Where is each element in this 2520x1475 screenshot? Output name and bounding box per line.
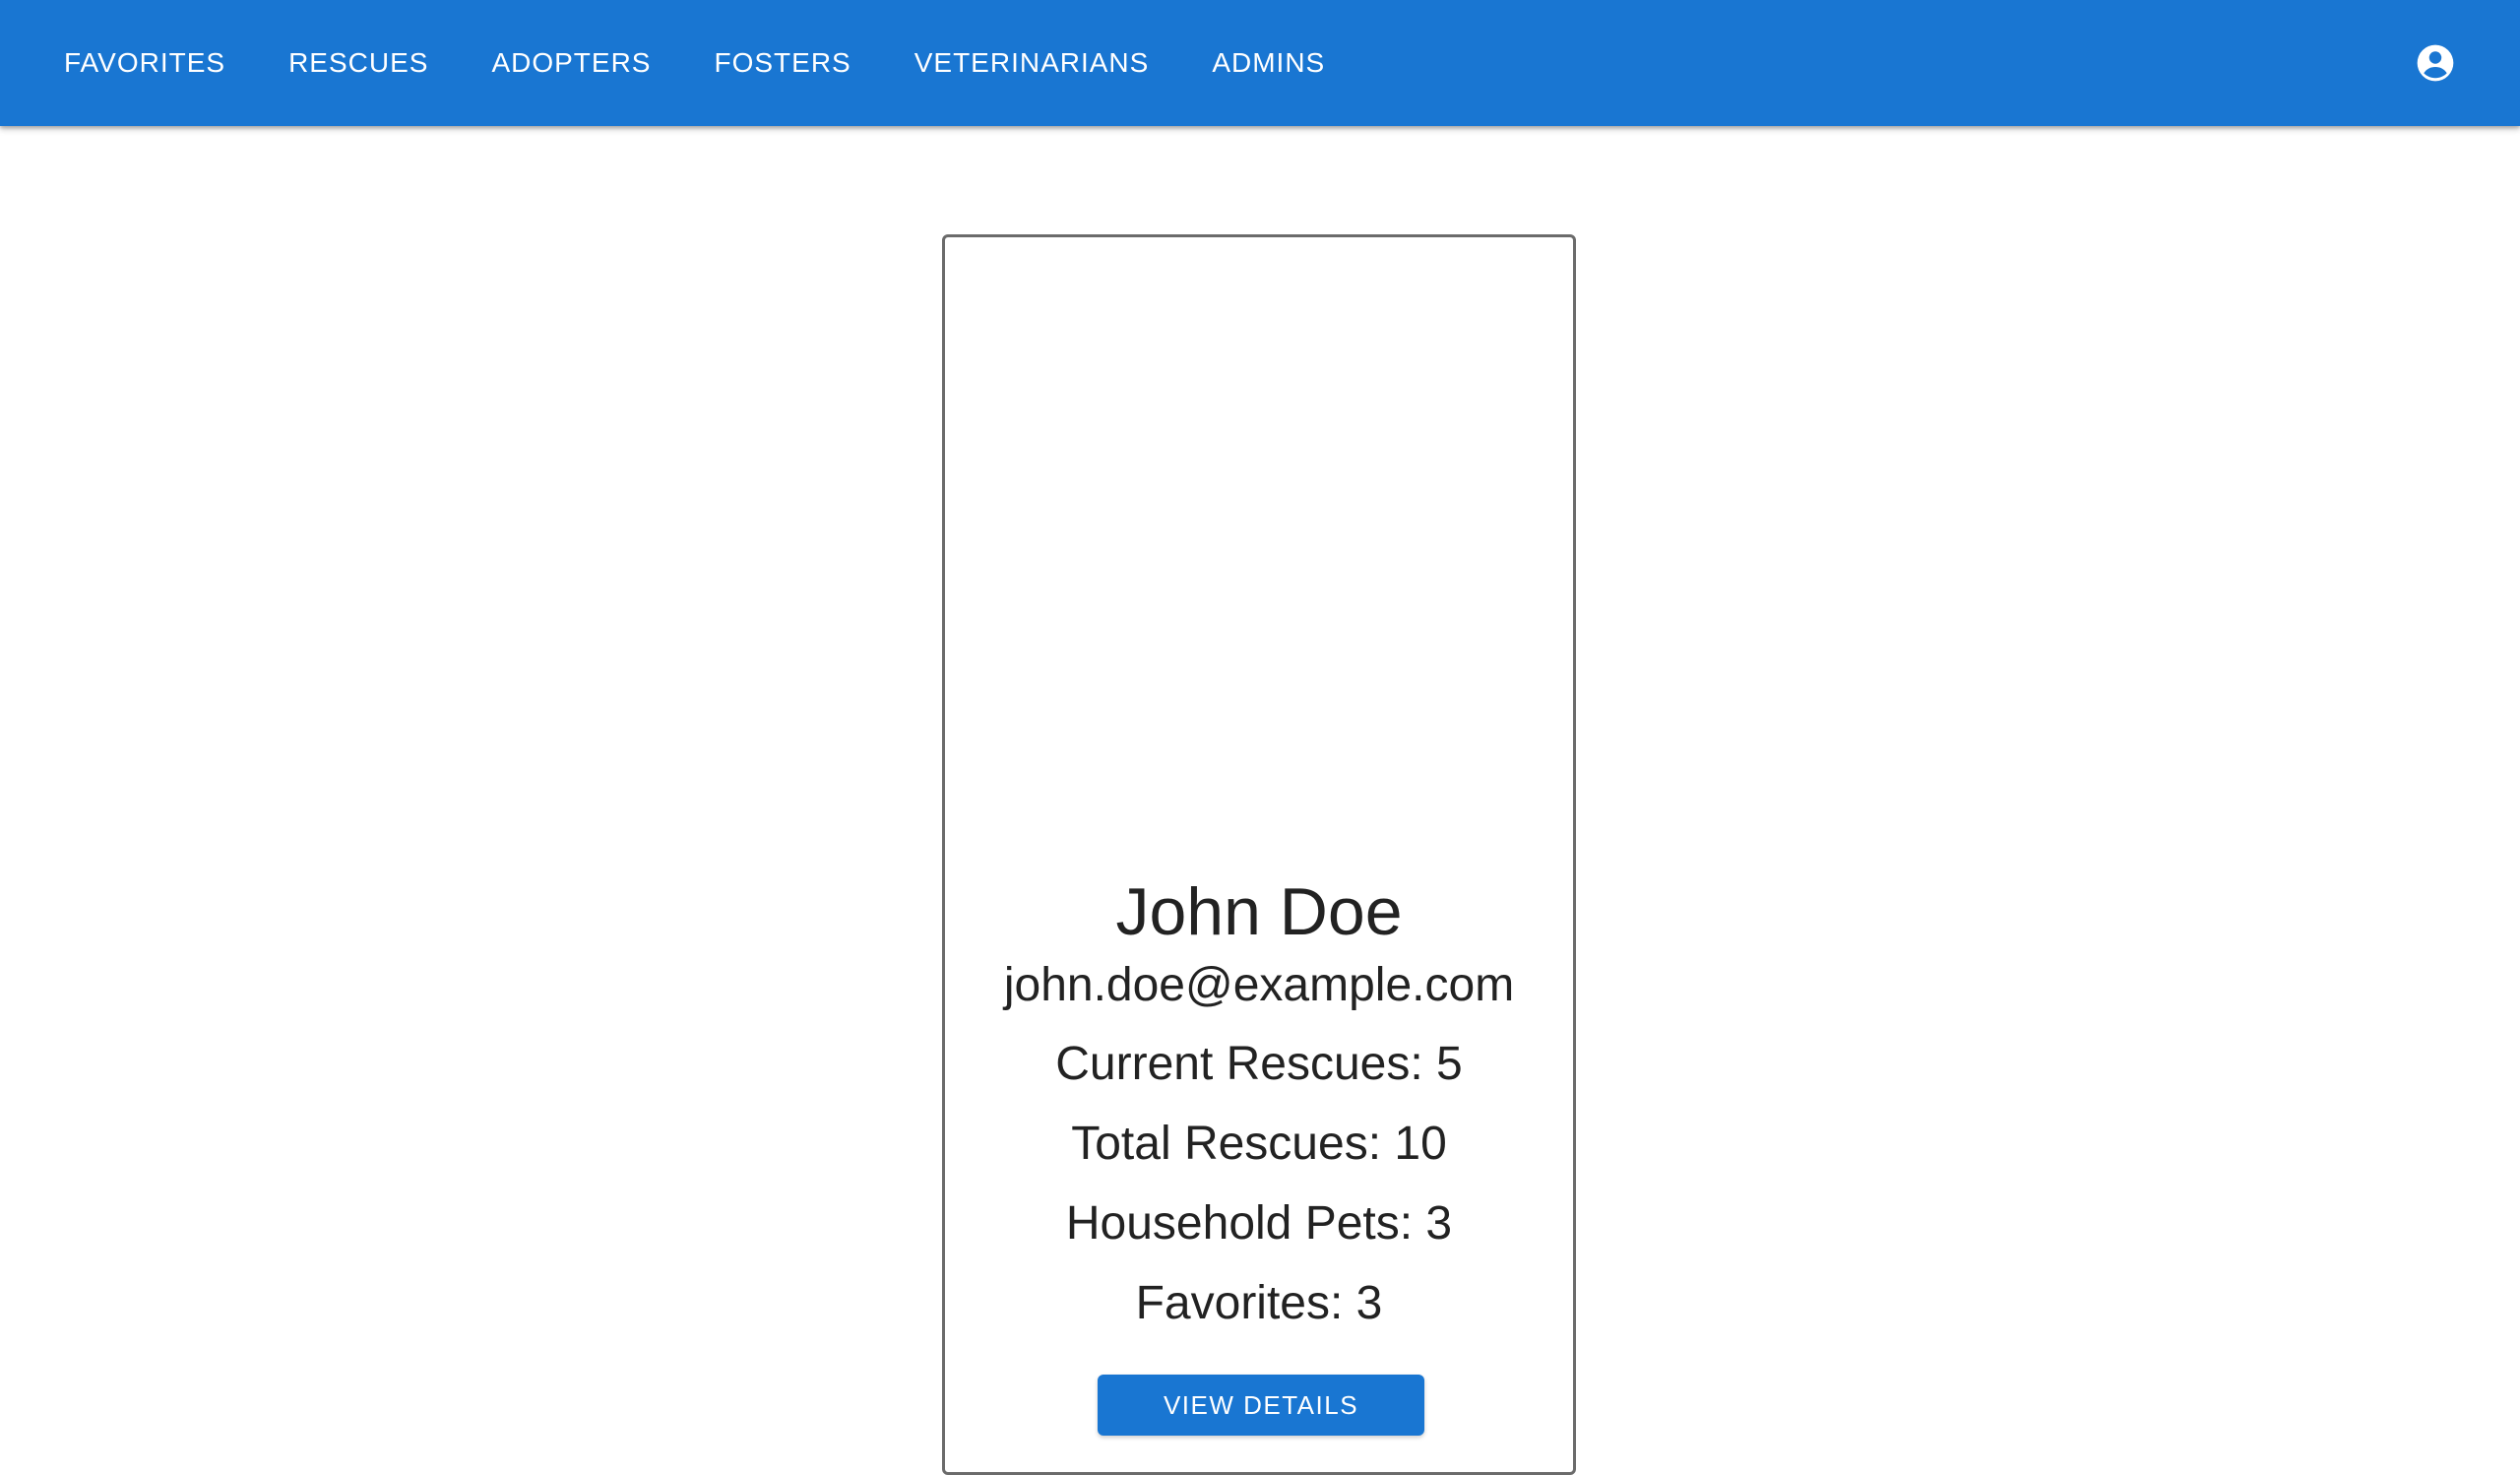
profile-image-area: [945, 237, 1573, 867]
nav-item-rescues[interactable]: RESCUES: [288, 30, 428, 96]
account-circle-icon[interactable]: [2414, 41, 2457, 85]
total-rescues-stat: Total Rescues: 10: [1071, 1118, 1447, 1170]
nav-item-fosters[interactable]: FOSTERS: [714, 30, 850, 96]
view-details-button[interactable]: VIEW DETAILS: [1098, 1375, 1424, 1436]
profile-name: John Doe: [1115, 874, 1403, 949]
main-nav: FAVORITES RESCUES ADOPTERS FOSTERS VETER…: [64, 30, 1325, 96]
household-pets-stat: Household Pets: 3: [1065, 1197, 1453, 1250]
profile-card: John Doe john.doe@example.com Current Re…: [942, 234, 1576, 1475]
current-rescues-stat: Current Rescues: 5: [1055, 1038, 1463, 1090]
top-app-bar: FAVORITES RESCUES ADOPTERS FOSTERS VETER…: [0, 0, 2520, 126]
nav-item-veterinarians[interactable]: VETERINARIANS: [914, 30, 1150, 96]
profile-email: john.doe@example.com: [1003, 959, 1515, 1011]
favorites-stat: Favorites: 3: [1135, 1277, 1383, 1329]
nav-item-adopters[interactable]: ADOPTERS: [491, 30, 651, 96]
nav-item-admins[interactable]: ADMINS: [1212, 30, 1325, 96]
nav-item-favorites[interactable]: FAVORITES: [64, 30, 225, 96]
